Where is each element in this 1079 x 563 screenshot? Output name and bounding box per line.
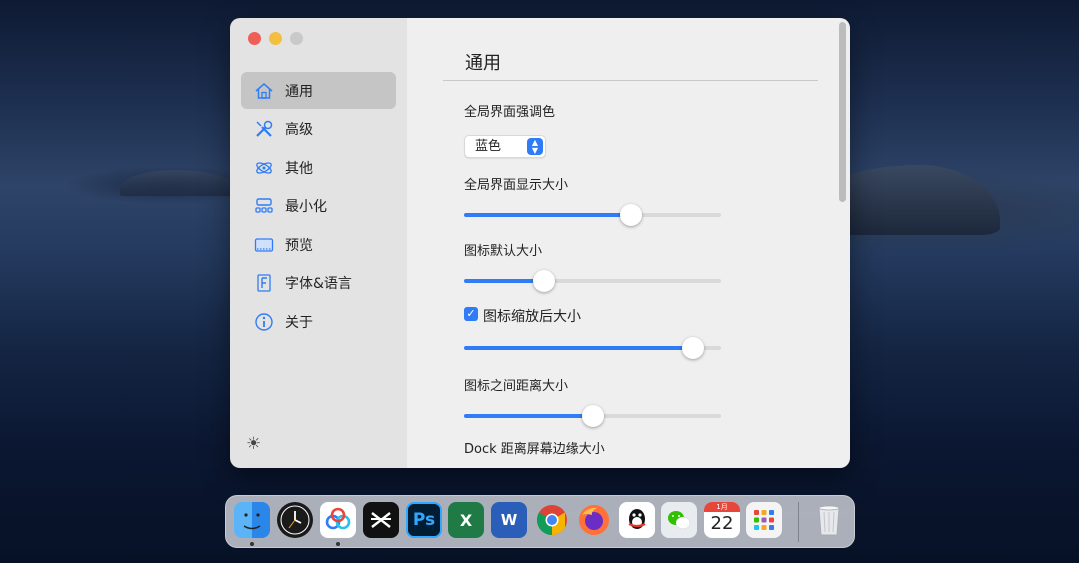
dock: Ps X W 1月 22 xyxy=(225,495,855,548)
calendar-month: 1月 xyxy=(704,502,740,512)
clock-icon[interactable] xyxy=(277,502,313,538)
page-title: 通用 xyxy=(465,53,501,74)
word-icon[interactable]: W xyxy=(491,502,527,538)
launchpad-icon[interactable] xyxy=(746,502,782,538)
spacing-label: 图标之间距离大小 xyxy=(464,379,569,394)
island-left xyxy=(120,170,240,196)
sidebar-item-general[interactable]: 通用 xyxy=(241,72,396,109)
sidebar-item-advanced[interactable]: 高级 xyxy=(241,111,396,148)
dock-separator xyxy=(798,502,799,542)
chevron-updown-icon: ▲ ▼ xyxy=(527,138,543,155)
settings-panel: 通用 全局界面强调色 蓝色 ▲ ▼ 全局界面显示大小 图标默认大小 ✓ 图标缩放后… xyxy=(407,18,850,468)
sidebar-item-label: 预览 xyxy=(285,237,313,254)
sidebar-item-minimize[interactable]: 最小化 xyxy=(241,188,396,225)
chrome-icon[interactable] xyxy=(534,502,570,538)
font-icon xyxy=(254,273,274,293)
sidebar-item-label: 关于 xyxy=(285,314,313,331)
sidebar-item-label: 最小化 xyxy=(285,199,327,215)
zoom-checkbox[interactable]: ✓ xyxy=(464,307,478,321)
firefox-icon[interactable] xyxy=(576,502,612,538)
slider-fill xyxy=(464,346,693,350)
excel-icon[interactable]: X xyxy=(448,502,484,538)
accent-color-label: 全局界面强调色 xyxy=(464,105,556,120)
tools-icon xyxy=(254,119,274,139)
scrollbar[interactable] xyxy=(839,22,846,202)
slider-fill xyxy=(464,213,632,217)
zoom-button[interactable] xyxy=(290,32,303,45)
minimize-grid-icon xyxy=(254,196,274,216)
sidebar: 通用 高级 其他 最小化 预览 字体&语言 关于 ☀ xyxy=(230,18,407,468)
sidebar-item-about[interactable]: 关于 xyxy=(241,303,396,340)
slider-knob[interactable] xyxy=(620,204,643,226)
finder-icon[interactable] xyxy=(234,502,270,538)
icon-size-label: 图标默认大小 xyxy=(464,244,543,259)
qq-icon[interactable] xyxy=(619,502,655,538)
accent-color-value: 蓝色 xyxy=(475,139,502,154)
zoom-size-label: 图标缩放后大小 xyxy=(483,309,581,325)
accent-color-select[interactable]: 蓝色 ▲ ▼ xyxy=(464,135,546,158)
slider-fill xyxy=(464,279,544,283)
calendar-icon[interactable]: 1月 22 xyxy=(704,502,740,538)
atom-icon xyxy=(254,158,274,178)
calendar-day: 22 xyxy=(710,513,734,534)
wechat-icon[interactable] xyxy=(661,502,697,538)
ui-size-label: 全局界面显示大小 xyxy=(464,178,569,193)
home-icon xyxy=(254,81,274,101)
ui-size-slider[interactable] xyxy=(464,204,721,226)
sidebar-item-label: 通用 xyxy=(285,83,313,100)
window-controls xyxy=(248,32,303,45)
slider-fill xyxy=(464,414,593,418)
title-divider xyxy=(443,80,818,81)
sidebar-item-preview[interactable]: 预览 xyxy=(241,226,396,263)
sidebar-item-label: 字体&语言 xyxy=(285,276,352,292)
slider-knob[interactable] xyxy=(681,337,704,359)
trash-icon[interactable] xyxy=(811,502,847,538)
capcut-icon[interactable] xyxy=(363,502,399,538)
running-indicator xyxy=(336,542,340,546)
sidebar-nav: 通用 高级 其他 最小化 预览 字体&语言 关于 xyxy=(241,72,396,342)
minimize-button[interactable] xyxy=(269,32,282,45)
sidebar-item-other[interactable]: 其他 xyxy=(241,149,396,186)
dock-margin-label: Dock 距离屏幕边缘大小 xyxy=(464,442,605,457)
icon-size-slider[interactable] xyxy=(464,270,721,292)
slider-knob[interactable] xyxy=(532,270,555,292)
close-button[interactable] xyxy=(248,32,261,45)
preferences-window: 通用 高级 其他 最小化 预览 字体&语言 关于 ☀ 通用 全局界面强调色 蓝色… xyxy=(230,18,850,468)
baidu-netdisk-icon[interactable] xyxy=(320,502,356,538)
sun-icon[interactable]: ☀ xyxy=(246,434,261,454)
sidebar-item-font-language[interactable]: 字体&语言 xyxy=(241,265,396,302)
sidebar-item-label: 高级 xyxy=(285,122,313,138)
photoshop-icon[interactable]: Ps xyxy=(406,502,442,538)
slider-knob[interactable] xyxy=(581,405,604,427)
info-icon xyxy=(254,312,274,332)
zoom-size-slider[interactable] xyxy=(464,337,721,359)
sidebar-item-label: 其他 xyxy=(285,160,313,177)
spacing-slider[interactable] xyxy=(464,405,721,427)
preview-icon xyxy=(254,235,274,255)
running-indicator xyxy=(250,542,254,546)
